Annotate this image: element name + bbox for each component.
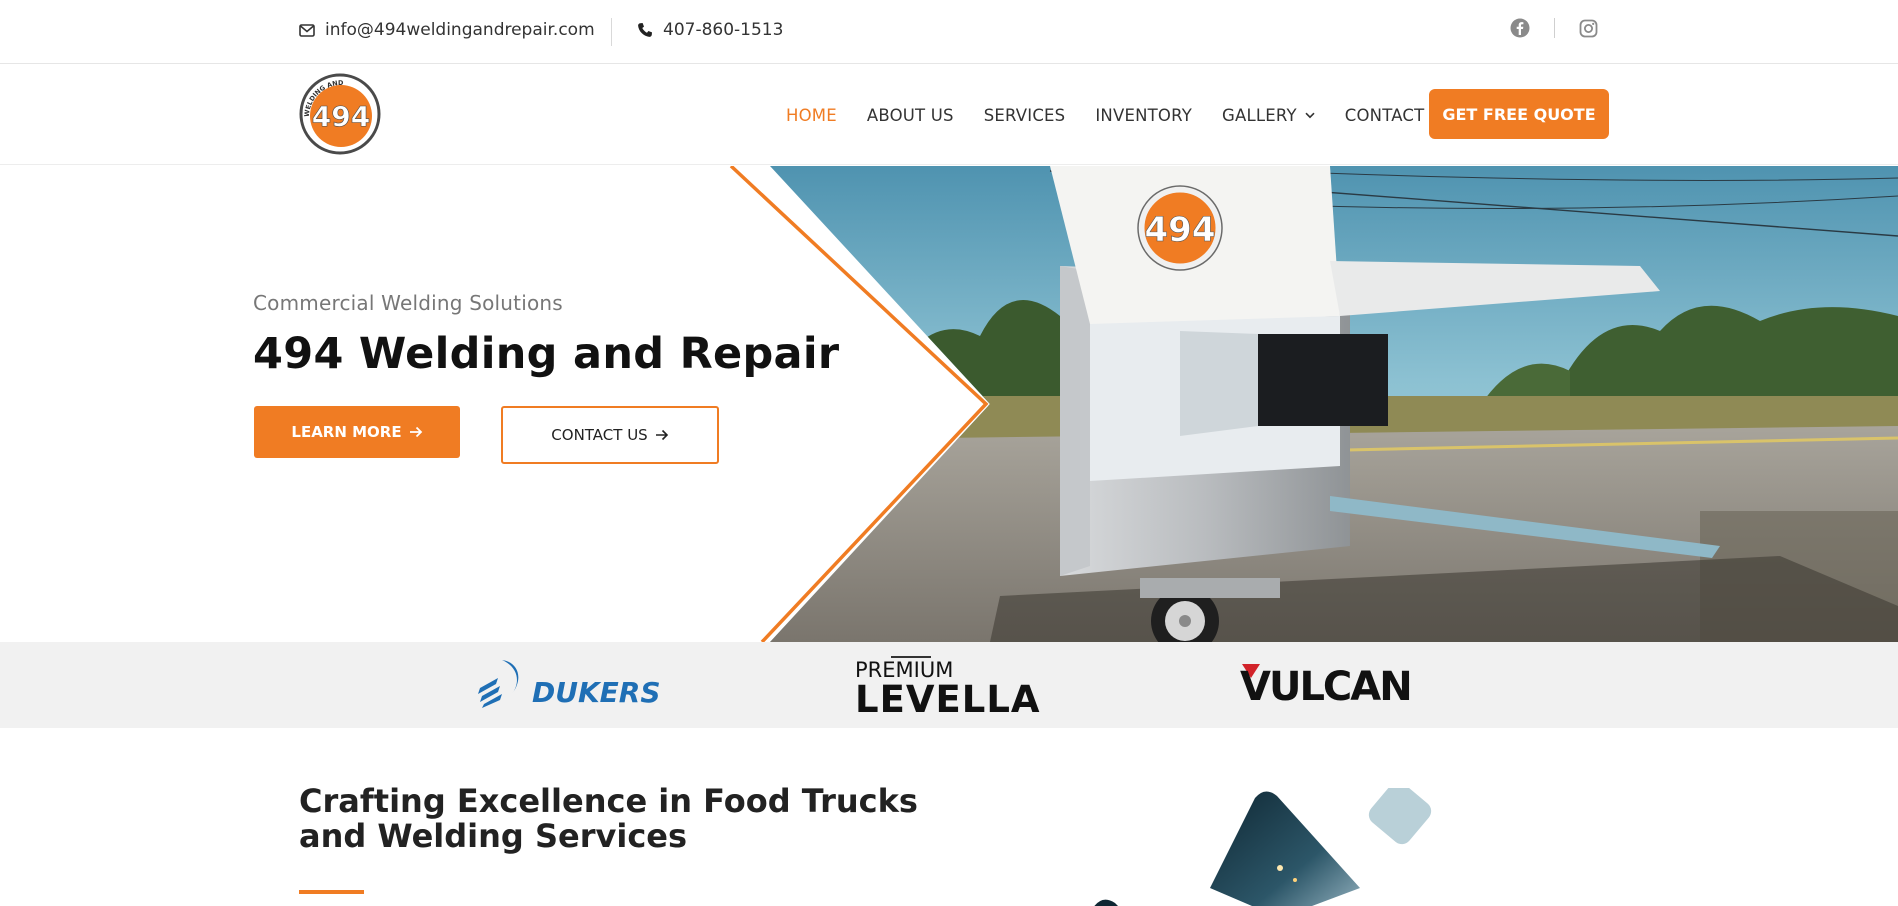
svg-text:494: 494 <box>1145 210 1216 250</box>
main-header: WELDING AND REPAIR 494 HOME ABOUT US SER… <box>0 64 1898 165</box>
top-bar: info@494weldingandrepair.com 407-860-151… <box>0 0 1898 64</box>
dukers-text: DUKERS <box>532 676 660 708</box>
arrow-right-icon <box>409 426 422 438</box>
nav-inventory[interactable]: INVENTORY <box>1095 106 1192 125</box>
vulcan-logo: VULCAN <box>1240 664 1413 704</box>
instagram-icon[interactable] <box>1579 19 1598 38</box>
nav-about-us[interactable]: ABOUT US <box>867 106 954 125</box>
learn-more-label: LEARN MORE <box>291 423 402 441</box>
nav-gallery[interactable]: GALLERY <box>1222 106 1315 125</box>
contact-us-label: CONTACT US <box>551 426 648 444</box>
vulcan-text: VULCAN <box>1240 664 1411 704</box>
chevron-down-icon <box>1305 112 1315 119</box>
get-free-quote-button[interactable]: GET FREE QUOTE <box>1429 89 1609 139</box>
hero-subtitle: Commercial Welding Solutions <box>253 291 563 315</box>
company-logo[interactable]: WELDING AND REPAIR 494 <box>299 73 381 155</box>
levella-text: LEVELLA <box>855 678 1041 716</box>
logo-number: 494 <box>312 100 370 133</box>
hero-section: 494 Commercial Welding Solutions 494 Wel… <box>0 166 1898 642</box>
nav-contact[interactable]: CONTACT <box>1345 106 1425 125</box>
about-title: Crafting Excellence in Food Trucks and W… <box>299 782 918 855</box>
social-divider <box>1554 18 1555 38</box>
phone-link[interactable]: 407-860-1513 <box>637 20 783 40</box>
about-section: Crafting Excellence in Food Trucks and W… <box>0 728 1898 906</box>
levella-logo: PREMIUM LEVELLA <box>855 656 1041 716</box>
social-links <box>1510 18 1598 38</box>
nav-home[interactable]: HOME <box>786 106 837 125</box>
learn-more-button[interactable]: LEARN MORE <box>254 406 460 458</box>
hero-title: 494 Welding and Repair <box>253 329 840 379</box>
contact-us-button[interactable]: CONTACT US <box>501 406 719 464</box>
title-underline <box>299 890 364 894</box>
phone-text: 407-860-1513 <box>663 20 784 40</box>
phone-icon <box>638 23 652 37</box>
topbar-divider <box>611 18 612 46</box>
welding-collage-image <box>1094 788 1432 906</box>
brand-logos-strip: DUKERS PREMIUM LEVELLA VULCAN <box>0 642 1898 728</box>
nav-gallery-label: GALLERY <box>1221 106 1297 125</box>
arrow-right-icon <box>655 429 668 441</box>
email-link[interactable]: info@494weldingandrepair.com <box>299 20 595 40</box>
nav-services[interactable]: SERVICES <box>984 106 1066 125</box>
email-text: info@494weldingandrepair.com <box>325 20 595 40</box>
hero-food-trailer-image: 494 <box>729 166 1898 642</box>
main-nav: HOME ABOUT US SERVICES INVENTORY GALLERY… <box>786 106 1454 125</box>
mail-icon <box>299 23 315 37</box>
dukers-logo: DUKERS <box>478 660 660 708</box>
facebook-icon[interactable] <box>1510 18 1530 38</box>
hero-text: Commercial Welding Solutions 494 Welding… <box>253 291 839 379</box>
